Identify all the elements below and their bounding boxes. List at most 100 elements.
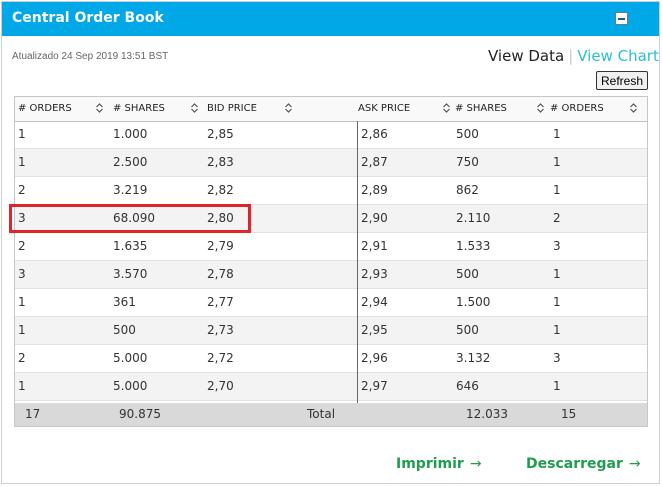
cell-bid-shares: 3.570 [113,267,148,281]
cell-ask-orders: 1 [553,267,561,281]
cell-bid-price: 2,72 [207,351,234,365]
cell-bid-shares: 1.000 [113,127,148,141]
cell-bid-price: 2,79 [207,239,234,253]
cell-ask-orders: 3 [553,239,561,253]
panel-header: Central Order Book [2,2,659,36]
cell-ask-orders: 1 [553,379,561,393]
bid-ask-divider [357,121,358,403]
sort-icon[interactable] [95,102,104,114]
download-label: Descarregar [526,456,623,472]
total-label: Total [307,407,336,421]
cell-bid-shares: 5.000 [113,379,148,393]
cell-bid-orders: 1 [18,379,26,393]
cell-ask-price: 2,90 [361,211,388,225]
print-label: Imprimir [396,456,464,472]
col-ask-orders[interactable]: # ORDERS [550,103,604,114]
table-row[interactable]: 2 5.000 2,72 2,96 3.132 3 [15,345,647,373]
cell-ask-shares: 500 [456,267,479,281]
cell-ask-price: 2,91 [361,239,388,253]
highlight-box [9,204,251,233]
cell-bid-shares: 361 [113,295,136,309]
col-bid-price[interactable]: BID PRICE [207,103,257,114]
table-row[interactable]: 1 2.500 2,83 2,87 750 1 [15,149,647,177]
view-separator: | [568,47,574,65]
sort-icon[interactable] [536,102,545,114]
cell-bid-price: 2,70 [207,379,234,393]
cell-ask-shares: 500 [456,323,479,337]
cell-bid-price: 2,78 [207,267,234,281]
view-data-link[interactable]: View Data [488,47,564,65]
cell-ask-price: 2,86 [361,127,388,141]
cell-ask-shares: 2.110 [456,211,491,225]
arrow-right-icon: → [628,456,641,472]
cell-ask-price: 2,93 [361,267,388,281]
order-book-table: # ORDERS # SHARES BID PRICE ASK PRICE # … [14,96,648,427]
cell-bid-shares: 500 [113,323,136,337]
sort-icon[interactable] [442,102,451,114]
download-link[interactable]: Descarregar → [526,456,641,472]
cell-bid-shares: 2.500 [113,155,148,169]
minus-icon[interactable] [615,12,628,25]
cell-ask-orders: 1 [553,295,561,309]
cell-ask-orders: 1 [553,183,561,197]
table-row[interactable]: 1 1.000 2,85 2,86 500 1 [15,121,647,149]
cell-ask-price: 2,89 [361,183,388,197]
cell-ask-price: 2,96 [361,351,388,365]
cell-bid-orders: 2 [18,351,26,365]
panel-title: Central Order Book [12,10,164,26]
cell-ask-price: 2,95 [361,323,388,337]
cell-ask-shares: 646 [456,379,479,393]
cell-bid-orders: 1 [18,323,26,337]
refresh-button[interactable]: Refresh [596,71,648,90]
cell-ask-shares: 1.500 [456,295,491,309]
cell-bid-price: 2,83 [207,155,234,169]
total-bid-orders: 17 [25,407,41,421]
cell-bid-price: 2,77 [207,295,234,309]
view-chart-link[interactable]: View Chart [577,47,659,65]
col-bid-shares[interactable]: # SHARES [113,103,165,114]
cell-bid-orders: 2 [18,239,26,253]
totals-row: 17 90.875 Total 12.033 15 [15,403,647,426]
print-link[interactable]: Imprimir → [396,456,482,472]
cell-ask-orders: 1 [553,155,561,169]
cell-bid-shares: 5.000 [113,351,148,365]
table-row[interactable]: 2 1.635 2,79 2,91 1.533 3 [15,233,647,261]
cell-bid-shares: 1.635 [113,239,148,253]
view-toggle: View Data | View Chart [488,47,659,65]
cell-bid-price: 2,73 [207,323,234,337]
cell-ask-orders: 1 [553,323,561,337]
col-ask-shares[interactable]: # SHARES [455,103,507,114]
cell-bid-price: 2,82 [207,183,234,197]
cell-ask-orders: 3 [553,351,561,365]
cell-ask-orders: 1 [553,127,561,141]
cell-ask-shares: 3.132 [456,351,491,365]
cell-ask-orders: 2 [553,211,561,225]
sort-icon[interactable] [629,102,638,114]
cell-ask-shares: 862 [456,183,479,197]
sort-icon[interactable] [284,102,293,114]
cell-bid-orders: 1 [18,127,26,141]
updated-timestamp: Atualizado 24 Sep 2019 13:51 BST [12,51,169,62]
table-row[interactable]: 3 3.570 2,78 2,93 500 1 [15,261,647,289]
table-row[interactable]: 1 500 2,73 2,95 500 1 [15,317,647,345]
total-bid-shares: 90.875 [119,407,161,421]
total-ask-orders: 15 [561,407,577,421]
cell-ask-shares: 1.533 [456,239,491,253]
cell-bid-orders: 2 [18,183,26,197]
cell-ask-price: 2,94 [361,295,388,309]
cell-bid-shares: 3.219 [113,183,148,197]
total-ask-shares: 12.033 [466,407,508,421]
cell-bid-orders: 3 [18,267,26,281]
cell-ask-shares: 500 [456,127,479,141]
cell-ask-price: 2,97 [361,379,388,393]
cell-ask-shares: 750 [456,155,479,169]
table-row[interactable]: 2 3.219 2,82 2,89 862 1 [15,177,647,205]
table-row[interactable]: 1 5.000 2,70 2,97 646 1 [15,373,647,401]
table-row[interactable]: 1 361 2,77 2,94 1.500 1 [15,289,647,317]
arrow-right-icon: → [469,456,482,472]
cell-bid-orders: 1 [18,155,26,169]
cell-bid-price: 2,85 [207,127,234,141]
sort-icon[interactable] [190,102,199,114]
col-ask-price[interactable]: ASK PRICE [358,103,410,114]
col-bid-orders[interactable]: # ORDERS [18,103,72,114]
